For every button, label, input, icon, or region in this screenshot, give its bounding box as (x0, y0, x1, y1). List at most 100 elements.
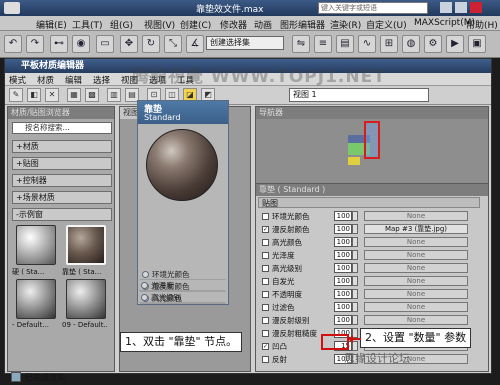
select-link-icon[interactable]: ⊷ (50, 35, 68, 53)
render-frame-icon[interactable]: ▣ (468, 35, 486, 53)
menu-group[interactable]: 组(G) (110, 18, 133, 31)
map-slot-button[interactable]: None (364, 315, 468, 325)
map-slot-button[interactable]: None (364, 302, 468, 312)
menu-animation[interactable]: 动画 (254, 18, 272, 31)
snap-icon[interactable]: ∡ (186, 35, 204, 53)
menu-edit[interactable]: 编辑(E) (36, 18, 67, 31)
sample-thumb-3[interactable] (16, 279, 56, 319)
map-amount-spinner[interactable] (352, 263, 358, 273)
render-icon[interactable]: ▶ (446, 35, 464, 53)
menu-tools[interactable]: 工具(T) (72, 18, 103, 31)
view-select-dropdown[interactable]: 视图 1 (289, 88, 429, 102)
map-slot-button[interactable]: None (364, 237, 468, 247)
editor-menu-edit[interactable]: 编辑 (65, 74, 82, 86)
app-icon[interactable] (4, 2, 20, 14)
map-enable-checkbox[interactable] (262, 356, 269, 363)
map-amount-spinner[interactable] (352, 289, 358, 299)
map-slot-button[interactable]: None (364, 263, 468, 273)
map-amount-field[interactable]: 100 (334, 263, 352, 273)
navigator-panel[interactable]: 导航器 (255, 106, 489, 184)
rotate-icon[interactable]: ↻ (142, 35, 160, 53)
maximize-icon[interactable] (455, 2, 467, 13)
map-enable-checkbox[interactable] (262, 252, 269, 259)
node-slot-glossiness[interactable]: 光泽度 (139, 280, 225, 291)
curve-editor-icon[interactable]: ∿ (358, 35, 376, 53)
align-icon[interactable]: ≡ (314, 35, 332, 53)
map-enable-checkbox[interactable] (262, 239, 269, 246)
select-object-icon[interactable]: ◉ (72, 35, 90, 53)
maps-rollout-header[interactable]: 贴图 (258, 197, 480, 208)
menu-view[interactable]: 视图(V) (144, 18, 175, 31)
render-setup-icon[interactable]: ⚙ (424, 35, 442, 53)
map-amount-field[interactable]: 100 (334, 276, 352, 286)
map-enable-checkbox[interactable] (262, 330, 269, 337)
layout-icon[interactable]: ▥ (107, 88, 121, 102)
layer-icon[interactable]: ▤ (336, 35, 354, 53)
category-scene-materials[interactable]: +场景材质 (12, 191, 112, 204)
sample-thumb-2-selected[interactable] (66, 225, 106, 265)
map-enable-checkbox[interactable] (262, 213, 269, 220)
mirror-icon[interactable]: ⇋ (292, 35, 310, 53)
category-materials[interactable]: +材质 (12, 140, 112, 153)
map-amount-spinner[interactable] (352, 302, 358, 312)
map-enable-checkbox[interactable] (262, 291, 269, 298)
map-amount-field[interactable]: 100 (334, 315, 352, 325)
move-icon[interactable]: ✥ (120, 35, 138, 53)
category-sample-slots[interactable]: -示例窗 (12, 208, 112, 221)
selection-set-dropdown[interactable]: 创建选择集 (206, 36, 284, 50)
map-amount-field[interactable]: 100 (334, 224, 352, 234)
category-controllers[interactable]: +控制器 (12, 174, 112, 187)
node-slot-specular-level[interactable]: 高光级别 (139, 292, 225, 303)
scale-icon[interactable]: ⤡ (164, 35, 182, 53)
map-amount-spinner[interactable] (352, 224, 358, 234)
map-slot-button[interactable]: None (364, 276, 468, 286)
slot-socket-icon[interactable] (141, 294, 148, 301)
map-enable-checkbox[interactable]: ✓ (262, 343, 269, 350)
map-amount-field[interactable]: 100 (334, 289, 352, 299)
map-enable-checkbox[interactable] (262, 317, 269, 324)
select-region-icon[interactable]: ▭ (96, 35, 114, 53)
slot-socket-icon[interactable] (141, 282, 148, 289)
node-header[interactable]: 靠垫 Standard (138, 101, 228, 124)
map-slot-button[interactable]: None (364, 211, 468, 221)
max-search-input[interactable]: 键入关键字或短语 (318, 2, 428, 14)
map-amount-spinner[interactable] (352, 237, 358, 247)
menu-create[interactable]: 创建(C) (180, 18, 211, 31)
schematic-icon[interactable]: ⊞ (380, 35, 398, 53)
sample-thumb-4[interactable] (66, 279, 106, 319)
material-editor-icon[interactable]: ◍ (402, 35, 420, 53)
editor-menu-material[interactable]: 材质 (37, 74, 54, 86)
sample-thumb-1[interactable] (16, 225, 56, 265)
pick-icon[interactable]: ✎ (9, 88, 23, 102)
map-amount-field[interactable]: 100 (334, 211, 352, 221)
map-amount-field[interactable]: 100 (334, 237, 352, 247)
map-amount-field[interactable]: 100 (334, 302, 352, 312)
minimize-icon[interactable] (440, 2, 452, 13)
map-enable-checkbox[interactable] (262, 304, 269, 311)
menu-help[interactable]: 帮助(H) (466, 18, 498, 31)
category-maps[interactable]: +贴图 (12, 157, 112, 170)
menu-rendering[interactable]: 渲染(R) (330, 18, 361, 31)
editor-menu-mode[interactable]: 模式 (9, 74, 26, 86)
show-map-icon[interactable]: ▦ (67, 88, 81, 102)
map-amount-field[interactable]: 100 (334, 250, 352, 260)
map-amount-spinner[interactable] (352, 250, 358, 260)
map-slot-button[interactable]: Map #3 (靠垫.jpg) (364, 224, 468, 234)
editor-menu-select[interactable]: 选择 (93, 74, 110, 86)
map-amount-spinner[interactable] (352, 315, 358, 325)
browser-search-input[interactable]: 按名称搜索... (12, 122, 112, 134)
menu-graph-editors[interactable]: 图形编辑器 (280, 18, 325, 31)
reset-icon[interactable]: ✕ (45, 88, 59, 102)
menu-customize[interactable]: 自定义(U) (366, 18, 407, 31)
navigator-viewport-frame[interactable] (364, 121, 380, 159)
map-enable-checkbox[interactable] (262, 265, 269, 272)
menu-modifiers[interactable]: 修改器 (220, 18, 247, 31)
undo-icon[interactable]: ↶ (4, 35, 22, 53)
map-slot-button[interactable]: None (364, 250, 468, 260)
map-enable-checkbox[interactable]: ✓ (262, 226, 269, 233)
redo-icon[interactable]: ↷ (26, 35, 44, 53)
map-amount-spinner[interactable] (352, 211, 358, 221)
map-amount-spinner[interactable] (352, 276, 358, 286)
map-slot-button[interactable]: None (364, 289, 468, 299)
map-enable-checkbox[interactable] (262, 278, 269, 285)
